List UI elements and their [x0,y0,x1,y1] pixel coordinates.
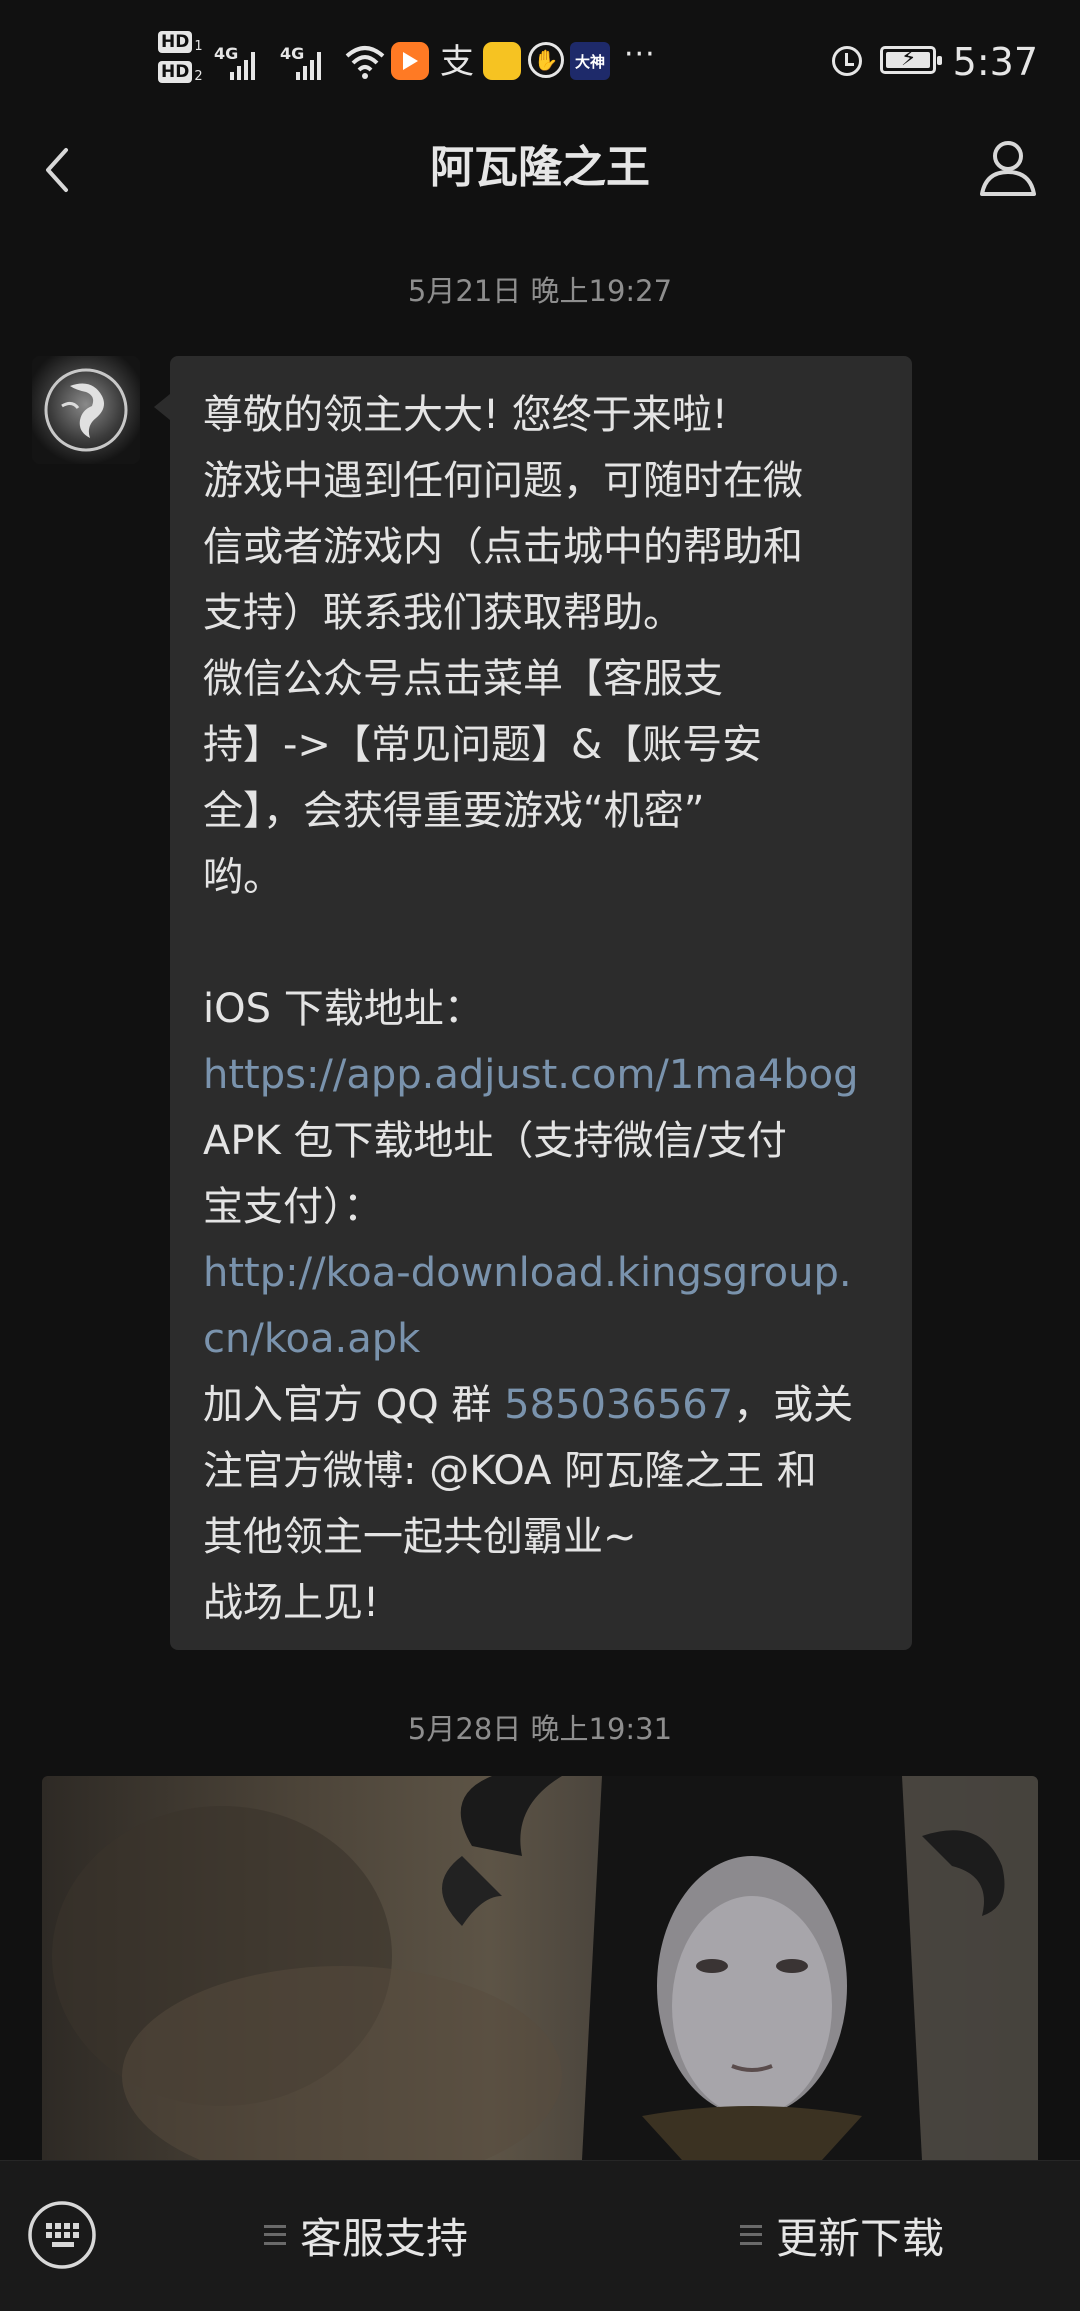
message-line: 注官方微博: @KOA 阿瓦隆之王 和 [203,1448,817,1494]
message-line: 其他领主一起共创霸业~ [203,1514,637,1560]
message-line: 战场上见! [203,1580,380,1626]
menu-lines-icon [740,2225,762,2245]
hd-icon: HD 1 HD 2 [158,30,203,90]
ios-download-link[interactable]: https://app.adjust.com/1ma4bog [203,1042,882,1108]
dragon-logo-icon [44,368,128,452]
menu-lines-icon [264,2225,286,2245]
menu-update-download[interactable]: 更新下载 [740,2205,944,2265]
avatar[interactable] [32,356,140,464]
apk-download-link[interactable]: http://koa-download.kingsgroup. [203,1240,882,1306]
message-line: 哟。 [203,854,283,900]
menu-bar: 客服支持 更新下载 [0,2160,1080,2311]
hand-icon: ✋ [528,42,564,82]
message-line: 信或者游戏内（点击城中的帮助和 [203,524,803,570]
battery-icon: ⚡ [880,46,942,86]
message-bubble[interactable]: 尊敬的领主大大! 您终于来啦! 游戏中遇到任何问题，可随时在微 信或者游戏内（点… [154,356,912,1650]
yellow-app-icon [483,42,521,82]
signal-icon: 4G [214,44,264,80]
keyboard-toggle-button[interactable] [26,2199,98,2271]
message-line: 持】->【常见问题】&【账号安 [203,722,763,768]
wifi-icon [344,42,386,82]
alipay-icon: 支 [440,42,474,82]
message-line: APK 包下载地址（支持微信/支付 [203,1118,787,1164]
article-cover-image[interactable] [42,1776,1038,2160]
message-line: 宝支付）： [203,1184,383,1230]
message-line: 全】，会获得重要游戏“机密” [203,788,705,834]
more-icon: ··· [624,37,656,72]
message-line: 支持）联系我们获取帮助。 [203,590,683,636]
page-title: 阿瓦隆之王 [430,142,650,193]
message-line: 尊敬的领主大大! 您终于来啦! [203,392,728,438]
alarm-icon [832,46,862,86]
status-bar: HD 1 HD 2 4G 4G 支 ✋ 大神 ··· ⚡ 5:37 [0,0,1080,120]
message-line: 微信公众号点击菜单【客服支 [203,656,723,702]
apk-download-link[interactable]: cn/koa.apk [203,1306,882,1372]
video-app-icon [391,42,429,82]
message-line: 游戏中遇到任何问题，可随时在微 [203,458,803,504]
message-timestamp: 5月28日 晚上19:31 [407,1712,673,1746]
menu-customer-support[interactable]: 客服支持 [264,2205,468,2265]
profile-button[interactable] [976,136,1040,200]
dashen-icon: 大神 [570,42,610,82]
clock: 5:37 [952,40,1038,84]
chat-header: 阿瓦隆之王 [0,120,1080,220]
keyboard-icon [28,2201,96,2269]
signal-icon: 4G [280,44,330,80]
message-line: iOS 下载地址： [203,986,484,1032]
message-timestamp: 5月21日 晚上19:27 [407,274,673,308]
qq-number-link[interactable]: 585036567 [504,1382,733,1428]
person-icon [980,141,1036,196]
message-line: 加入官方 QQ 群 585036567，或关 [203,1382,854,1428]
